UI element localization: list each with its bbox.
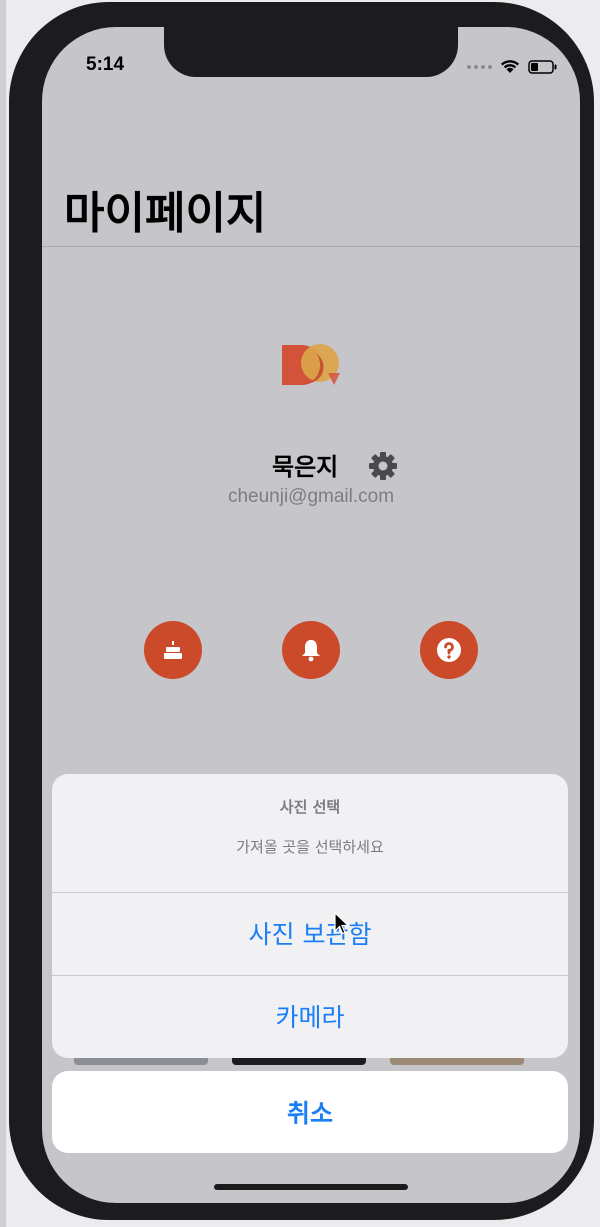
- mouse-cursor-icon: [334, 912, 350, 935]
- bell-icon: [302, 640, 320, 662]
- status-icons: [467, 59, 558, 74]
- status-time: 5:14: [86, 54, 125, 75]
- nav-divider: [42, 246, 580, 247]
- action-sheet-title: 사진 선택: [279, 798, 341, 816]
- device-notch: [164, 27, 458, 77]
- wifi-icon: [501, 60, 519, 73]
- settings-gear-icon[interactable]: [367, 450, 399, 482]
- profile-email: cheunji@gmail.com: [227, 486, 395, 507]
- cancel-button[interactable]: 취소: [52, 1071, 568, 1153]
- profile-avatar[interactable]: [280, 343, 342, 387]
- notifications-button[interactable]: [282, 621, 340, 679]
- device-frame: 5:14 마이페이지 묵은지 cheunji@gmail.com 사진 선택 가…: [9, 2, 594, 1220]
- birthday-cake-icon: [164, 641, 182, 659]
- cellular-signal-icon: [467, 64, 492, 69]
- divider: [52, 975, 568, 976]
- device-screen: 5:14 마이페이지 묵은지 cheunji@gmail.com 사진 선택 가…: [42, 27, 580, 1203]
- profile-name: 묵은지: [272, 453, 339, 481]
- photo-library-button[interactable]: 사진 보관함: [52, 915, 568, 951]
- home-indicator[interactable]: [214, 1184, 408, 1190]
- help-button[interactable]: [420, 621, 478, 679]
- action-sheet: 사진 선택 가져올 곳을 선택하세요 사진 보관함 카메라: [52, 774, 568, 1058]
- birthday-button[interactable]: [144, 621, 202, 679]
- action-sheet-message: 가져올 곳을 선택하세요: [236, 838, 384, 856]
- window-edge: [0, 0, 6, 1227]
- battery-icon: [528, 59, 557, 74]
- camera-button[interactable]: 카메라: [52, 998, 568, 1034]
- divider: [52, 892, 568, 893]
- page-title: 마이페이지: [64, 188, 267, 239]
- question-icon: [437, 638, 461, 662]
